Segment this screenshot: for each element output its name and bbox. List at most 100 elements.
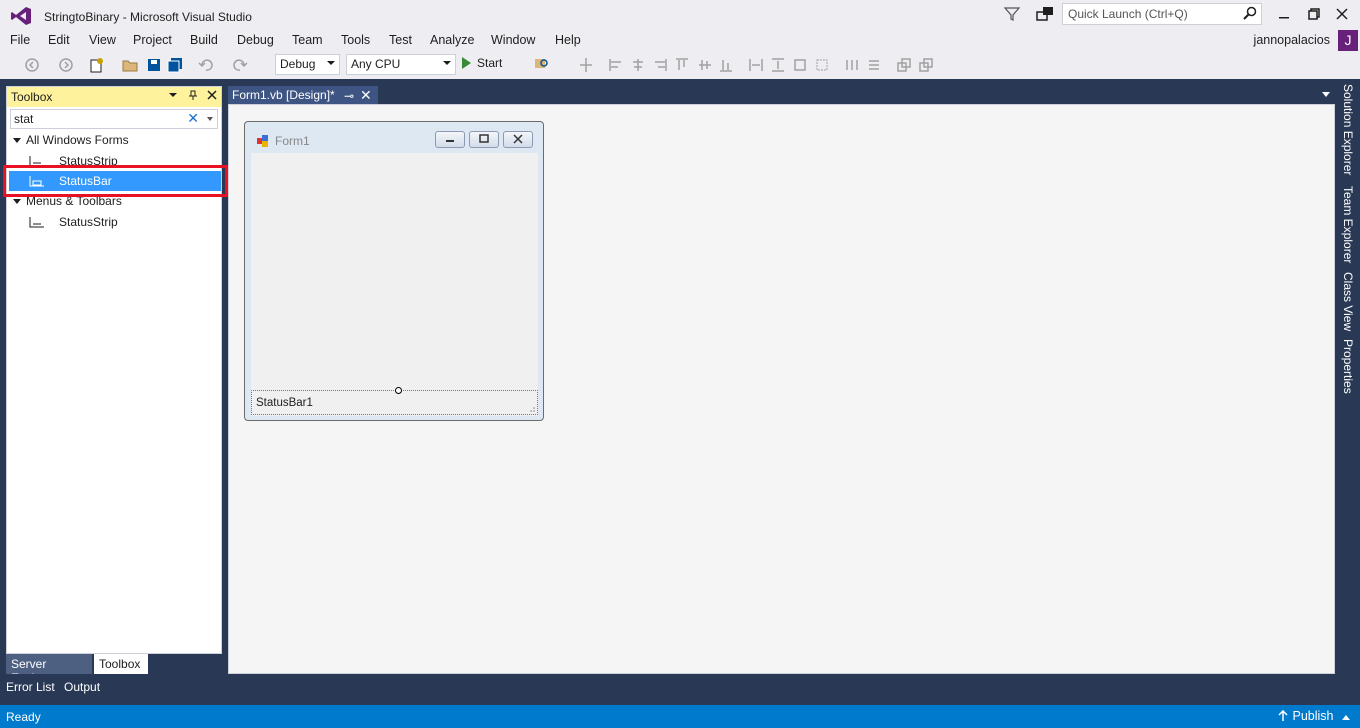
form-minimize-button[interactable]: [435, 131, 465, 148]
window-position-icon[interactable]: [168, 90, 178, 100]
menu-file[interactable]: File: [10, 33, 30, 47]
new-project-icon[interactable]: [88, 57, 104, 73]
user-name[interactable]: jannopalacios: [1254, 33, 1330, 47]
expanded-triangle-icon: [13, 199, 21, 204]
undo-icon[interactable]: [198, 57, 214, 73]
solution-platform-dropdown[interactable]: Any CPU: [346, 54, 456, 75]
toolbox-header[interactable]: Toolbox: [7, 87, 221, 107]
menu-view[interactable]: View: [89, 33, 116, 47]
chevron-up-icon: [1342, 715, 1350, 720]
title-bar: StringtoBinary - Microsoft Visual Studio…: [0, 0, 1360, 30]
tab-team-explorer[interactable]: Team Explorer: [1341, 186, 1355, 263]
status-text: Ready: [6, 710, 41, 724]
horizontal-spacing-icon[interactable]: [844, 57, 860, 73]
tab-properties[interactable]: Properties: [1341, 339, 1355, 394]
menu-project[interactable]: Project: [133, 33, 172, 47]
ide-status-bar: Ready Publish: [0, 705, 1360, 728]
menu-build[interactable]: Build: [190, 33, 218, 47]
tab-solution-explorer[interactable]: Solution Explorer: [1341, 84, 1355, 175]
tab-class-view[interactable]: Class View: [1341, 272, 1355, 331]
align-rights-icon[interactable]: [652, 57, 668, 73]
make-same-height-icon[interactable]: [770, 57, 786, 73]
clear-search-icon[interactable]: ✕: [187, 110, 199, 127]
quick-launch-input[interactable]: Quick Launch (Ctrl+Q): [1062, 3, 1262, 25]
open-file-icon[interactable]: [122, 57, 138, 73]
minimize-icon[interactable]: [1276, 6, 1292, 22]
active-files-dropdown-icon[interactable]: [1322, 92, 1330, 97]
toolbox-title: Toolbox: [11, 90, 53, 104]
start-button[interactable]: Start: [462, 56, 502, 70]
right-side-tabs: Solution Explorer Team Explorer Class Vi…: [1338, 80, 1360, 680]
chevron-down-icon[interactable]: [207, 117, 213, 121]
chevron-down-icon: [443, 61, 451, 65]
align-centers-icon[interactable]: [630, 57, 646, 73]
align-to-grid-icon[interactable]: [578, 57, 594, 73]
form-client-area[interactable]: StatusBar1: [251, 153, 538, 416]
form1-window[interactable]: Form1 StatusBar1: [244, 121, 544, 421]
save-all-icon[interactable]: [167, 57, 183, 73]
toolbox-item-statusstrip[interactable]: StatusStrip: [9, 212, 221, 232]
tab-error-list[interactable]: Error List: [6, 680, 55, 694]
close-panel-icon[interactable]: [207, 90, 217, 100]
publish-button[interactable]: Publish: [1277, 709, 1350, 723]
category-all-windows-forms[interactable]: All Windows Forms: [13, 133, 129, 147]
visual-studio-logo-icon: [11, 7, 31, 25]
menu-edit[interactable]: Edit: [48, 33, 70, 47]
configuration-value: Debug: [280, 57, 316, 71]
align-tops-icon[interactable]: [674, 57, 690, 73]
statusbar-control[interactable]: StatusBar1: [251, 390, 538, 415]
toolbox-search-value: stat: [14, 112, 34, 126]
menu-analyze[interactable]: Analyze: [430, 33, 474, 47]
align-middles-icon[interactable]: [697, 57, 713, 73]
search-icon[interactable]: [1243, 6, 1257, 20]
align-lefts-icon[interactable]: [608, 57, 624, 73]
standard-toolbar: [0, 52, 1360, 79]
save-icon[interactable]: [146, 57, 162, 73]
statusbar-text: StatusBar1: [256, 397, 313, 409]
pin-icon[interactable]: [188, 90, 198, 100]
minimize-icon: [446, 140, 454, 142]
maximize-icon: [479, 134, 489, 143]
make-same-size-icon[interactable]: [792, 57, 808, 73]
expanded-triangle-icon: [13, 138, 21, 143]
redo-icon[interactable]: [232, 57, 248, 73]
align-bottoms-icon[interactable]: [718, 57, 734, 73]
form-maximize-button[interactable]: [469, 131, 499, 148]
feedback-icon[interactable]: [1036, 6, 1054, 22]
menu-help[interactable]: Help: [555, 33, 581, 47]
vertical-spacing-icon[interactable]: [866, 57, 882, 73]
menu-team[interactable]: Team: [292, 33, 323, 47]
form-close-button[interactable]: [503, 131, 533, 148]
notifications-filter-icon[interactable]: [1004, 6, 1020, 22]
tab-toolbox[interactable]: Toolbox: [94, 654, 148, 674]
send-to-back-icon[interactable]: [918, 57, 934, 73]
menu-debug[interactable]: Debug: [237, 33, 274, 47]
menu-tools[interactable]: Tools: [341, 33, 370, 47]
tab-server-explorer[interactable]: Server Explorer: [6, 654, 92, 685]
category-label: All Windows Forms: [26, 133, 129, 147]
navigate-forward-icon[interactable]: [58, 57, 74, 73]
close-icon[interactable]: [1334, 6, 1350, 22]
close-tab-icon[interactable]: ✕: [360, 87, 372, 104]
menu-test[interactable]: Test: [389, 33, 412, 47]
avatar[interactable]: J: [1338, 30, 1358, 51]
pin-icon[interactable]: ⊸: [344, 89, 354, 103]
bring-to-front-icon[interactable]: [896, 57, 912, 73]
tab-output[interactable]: Output: [64, 680, 100, 694]
menu-window[interactable]: Window: [491, 33, 535, 47]
solution-configuration-dropdown[interactable]: Debug: [275, 54, 340, 75]
size-to-grid-icon[interactable]: [814, 57, 830, 73]
output-tool-tabs: Error List Output: [0, 674, 1360, 705]
close-icon: [513, 134, 523, 144]
make-same-width-icon[interactable]: [748, 57, 764, 73]
navigate-back-icon[interactable]: [24, 57, 40, 73]
menu-bar: File Edit View Project Build Debug Team …: [0, 30, 1360, 52]
restore-icon[interactable]: [1306, 6, 1322, 22]
start-label: Start: [477, 56, 503, 70]
find-in-files-icon[interactable]: [533, 57, 549, 73]
size-grip-icon: [530, 407, 535, 412]
toolbox-search-input[interactable]: stat ✕: [10, 109, 218, 129]
statusstrip-icon: [29, 217, 44, 228]
resize-handle[interactable]: [395, 387, 402, 394]
document-tab-form1-design[interactable]: Form1.vb [Design]* ⊸ ✕: [228, 86, 378, 106]
